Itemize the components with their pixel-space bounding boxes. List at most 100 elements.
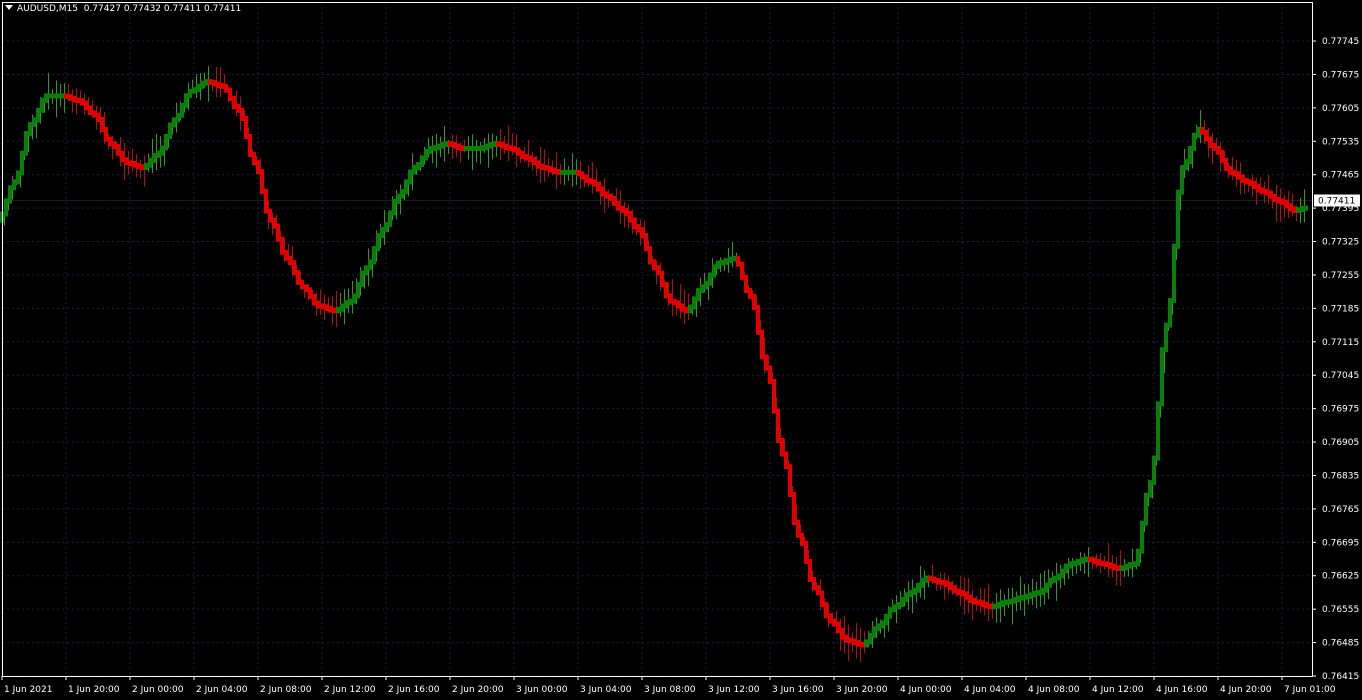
- indicator-segment: [1168, 297, 1172, 328]
- indicator-segment: [712, 264, 716, 278]
- indicator-segment: [764, 354, 768, 371]
- indicator-segment: [420, 155, 424, 168]
- indicator-segment: [140, 164, 144, 171]
- indicator-segment: [244, 115, 248, 140]
- indicator-segment: [1116, 565, 1120, 572]
- price-chart[interactable]: 0.77745 0.77675 0.77605 0.77535 0.77465 0.773…: [0, 0, 1362, 700]
- indicator-segment: [824, 601, 828, 619]
- indicator-segment: [976, 599, 980, 606]
- indicator-segment: [784, 451, 788, 470]
- indicator-segment: [212, 79, 216, 87]
- indicator-segment: [520, 150, 524, 160]
- indicator-segment: [652, 259, 656, 271]
- indicator-segment: [920, 577, 924, 588]
- indicator-segment: [676, 300, 680, 309]
- indicator-segment: [1212, 142, 1216, 151]
- indicator-segment: [1252, 180, 1256, 190]
- indicator-segment: [1296, 207, 1300, 214]
- indicator-segment: [1020, 594, 1024, 601]
- indicator-segment: [264, 188, 268, 214]
- indicator-segment: [1284, 199, 1288, 209]
- y-tick-label: 0.77605: [1322, 104, 1359, 114]
- x-tick-label: 1 Jun 2021: [4, 685, 52, 695]
- indicator-segment: [408, 169, 412, 185]
- indicator-segment: [1108, 562, 1112, 569]
- indicator-segment: [1008, 598, 1012, 605]
- indicator-segment: [1052, 575, 1056, 583]
- x-tick-label: 4 Jun 16:00: [1156, 685, 1208, 695]
- indicator-segment: [1196, 126, 1200, 138]
- y-tick-label: 0.77535: [1322, 137, 1359, 147]
- indicator-segment: [1260, 187, 1264, 194]
- indicator-segment: [1068, 561, 1072, 569]
- indicator-segment: [316, 300, 320, 309]
- indicator-segment: [1160, 347, 1164, 407]
- chart-header[interactable]: AUDUSD,M15 0.77427 0.77432 0.77411 0.774…: [5, 4, 241, 14]
- indicator-segment: [1148, 480, 1152, 498]
- indicator-segment: [808, 558, 812, 582]
- indicator-segment: [724, 258, 728, 265]
- indicator-segment: [240, 107, 244, 121]
- indicator-segment: [160, 145, 164, 156]
- indicator-segment: [436, 143, 440, 151]
- indicator-segment: [636, 224, 640, 233]
- indicator-segment: [392, 198, 396, 216]
- x-tick-label: 4 Jun 20:00: [1220, 685, 1272, 695]
- indicator-segment: [780, 438, 784, 457]
- y-tick-label: 0.77465: [1322, 171, 1359, 181]
- indicator-segment: [224, 83, 228, 93]
- indicator-segment: [1096, 558, 1100, 566]
- indicator-segment: [564, 169, 568, 175]
- indicator-segment: [8, 185, 12, 204]
- indicator-segment: [800, 532, 804, 546]
- indicator-segment: [156, 150, 160, 158]
- indicator-segment: [644, 233, 648, 252]
- indicator-segment: [1264, 188, 1268, 196]
- indicator-segment: [396, 193, 400, 204]
- indicator-segment: [440, 141, 444, 149]
- indicator-segment: [1188, 145, 1192, 165]
- low-value: 0.77411: [163, 4, 202, 14]
- indicator-segment: [72, 95, 76, 103]
- indicator-segment: [488, 141, 492, 149]
- indicator-segment: [1040, 587, 1044, 595]
- indicator-segment: [872, 626, 876, 638]
- indicator-segment: [1172, 243, 1176, 303]
- indicator-segment: [32, 117, 36, 128]
- x-tick-label: 4 Jun 08:00: [1028, 685, 1080, 695]
- indicator-segment: [312, 293, 316, 306]
- indicator-segment: [444, 141, 448, 147]
- indicator-segment: [856, 640, 860, 647]
- indicator-segment: [380, 227, 384, 239]
- indicator-segment: [732, 255, 736, 262]
- indicator-segment: [620, 205, 624, 214]
- indicator-segment: [120, 150, 124, 163]
- chart-canvas[interactable]: 0.77745 0.77675 0.77605 0.77535 0.77465 0.773…: [0, 0, 1362, 700]
- indicator-segment: [752, 293, 756, 311]
- indicator-segment: [820, 590, 824, 607]
- indicator-segment: [460, 145, 464, 151]
- indicator-segment: [80, 98, 84, 106]
- indicator-segment: [580, 171, 584, 180]
- indicator-segment: [576, 169, 580, 177]
- indicator-segment: [924, 575, 928, 583]
- indicator-segment: [292, 260, 296, 276]
- indicator-segment: [828, 613, 832, 624]
- indicator-segment: [320, 303, 324, 310]
- indicator-segment: [688, 304, 692, 314]
- indicator-segment: [680, 303, 684, 312]
- indicator-segment: [1292, 206, 1296, 214]
- indicator-segment: [884, 613, 888, 626]
- indicator-segment: [336, 306, 340, 314]
- indicator-segment: [100, 117, 104, 132]
- indicator-segment: [568, 169, 572, 175]
- x-tick-label: 4 Jun 00:00: [900, 685, 952, 695]
- indicator-segment: [256, 160, 260, 175]
- indicator-segment: [696, 288, 700, 302]
- indicator-segment: [904, 592, 908, 603]
- indicator-segment: [664, 282, 668, 299]
- dropdown-triangle-icon[interactable]: [5, 5, 13, 10]
- indicator-segment: [720, 259, 724, 266]
- indicator-segment: [844, 634, 848, 643]
- x-tick-label: 4 Jun 12:00: [1092, 685, 1144, 695]
